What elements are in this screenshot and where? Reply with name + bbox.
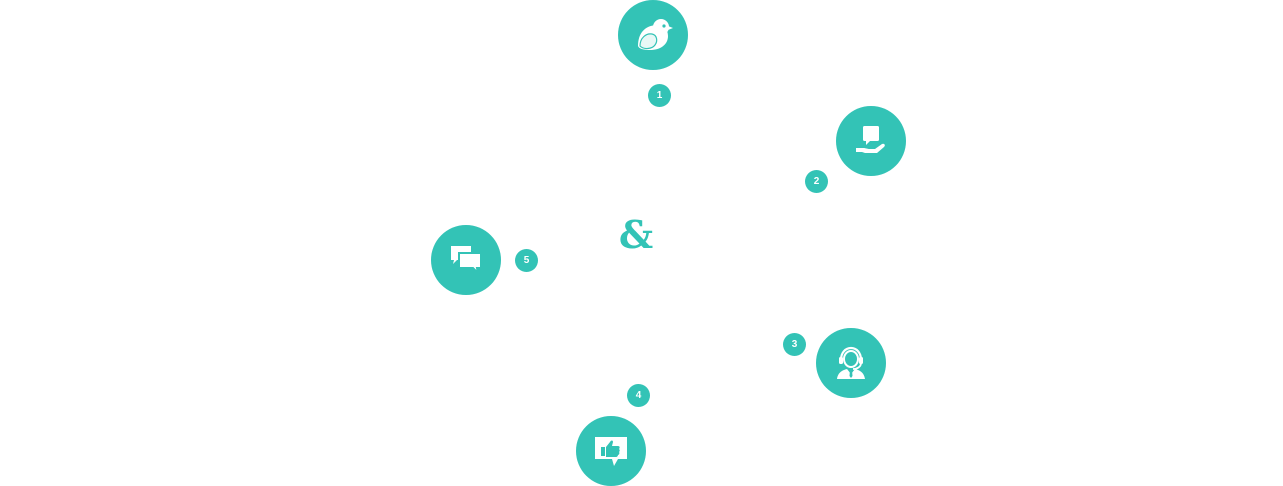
- thumbs-up-speech-bubble-icon: [595, 437, 627, 466]
- process-diagram: { "accent_color": "#33c3b6", "center_sym…: [0, 0, 1283, 486]
- step-2-circle: [836, 106, 906, 176]
- chat-bubbles-icon: [451, 246, 482, 277]
- step-2-badge: 2: [805, 170, 828, 193]
- step-5-circle: [431, 225, 501, 295]
- step-1-badge: 1: [648, 84, 671, 107]
- step-4-badge: 4: [627, 384, 650, 407]
- support-agent-headset-icon: [837, 346, 865, 379]
- center-ampersand: &: [618, 212, 654, 257]
- step-1-circle: [618, 0, 688, 70]
- step-3-circle: [816, 328, 886, 398]
- step-3-badge: 3: [783, 333, 806, 356]
- step-5-badge: 5: [515, 249, 538, 272]
- step-4-circle: [576, 416, 646, 486]
- bird-icon: [638, 19, 673, 50]
- hand-holding-message-icon: [856, 126, 885, 153]
